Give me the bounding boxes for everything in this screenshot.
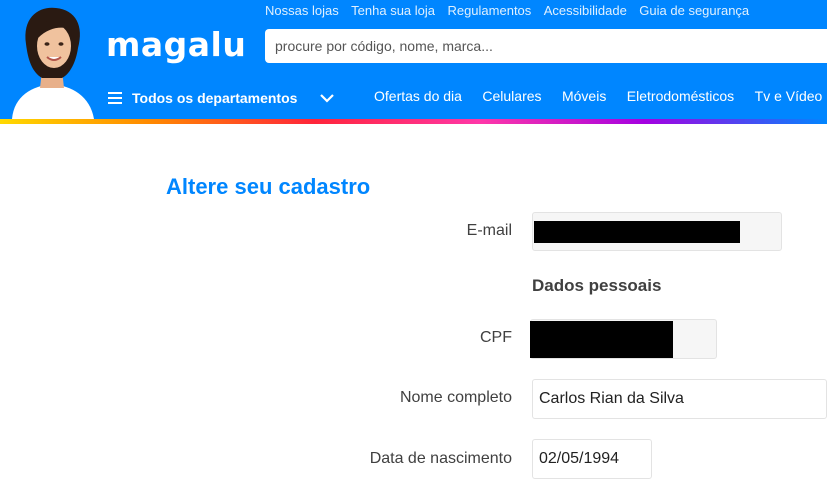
top-link-guia-seguranca[interactable]: Guia de segurança: [639, 3, 749, 18]
email-label: E-mail: [466, 222, 512, 239]
birth-date-field[interactable]: [532, 439, 652, 479]
nav-link-ofertas[interactable]: Ofertas do dia: [374, 88, 462, 104]
lu-avatar: [4, 4, 100, 119]
departments-label: Todos os departamentos: [132, 90, 298, 106]
rainbow-divider: [0, 119, 827, 124]
email-redaction: [534, 221, 740, 243]
section-title-dados-pessoais: Dados pessoais: [532, 276, 662, 295]
nav-link-tv-video[interactable]: Tv e Vídeo: [755, 88, 823, 104]
cpf-redaction: [530, 321, 673, 358]
category-nav: Ofertas do dia Celulares Móveis Eletrodo…: [374, 88, 827, 108]
magalu-logo[interactable]: magalu: [106, 25, 246, 65]
full-name-field[interactable]: [532, 379, 827, 419]
site-header: magalu Nossas lojas Tenha sua loja Regul…: [0, 0, 827, 119]
top-link-regulamentos[interactable]: Regulamentos: [447, 3, 531, 18]
chevron-down-icon: [320, 94, 335, 103]
top-links: Nossas lojas Tenha sua loja Regulamentos…: [265, 2, 757, 18]
departments-menu-button[interactable]: Todos os departamentos: [108, 86, 335, 110]
top-link-acessibilidade[interactable]: Acessibilidade: [544, 3, 627, 18]
nav-link-moveis[interactable]: Móveis: [562, 88, 606, 104]
top-link-nossas-lojas[interactable]: Nossas lojas: [265, 3, 339, 18]
nav-link-celulares[interactable]: Celulares: [482, 88, 541, 104]
top-link-tenha-sua-loja[interactable]: Tenha sua loja: [351, 3, 435, 18]
page-title: Altere seu cadastro: [166, 174, 371, 199]
cpf-label: CPF: [480, 329, 512, 346]
birth-date-label: Data de nascimento: [369, 450, 512, 467]
nav-link-eletrodomesticos[interactable]: Eletrodomésticos: [627, 88, 734, 104]
full-name-label: Nome completo: [399, 389, 512, 406]
menu-icon: [108, 92, 122, 104]
search-input[interactable]: [265, 29, 827, 63]
